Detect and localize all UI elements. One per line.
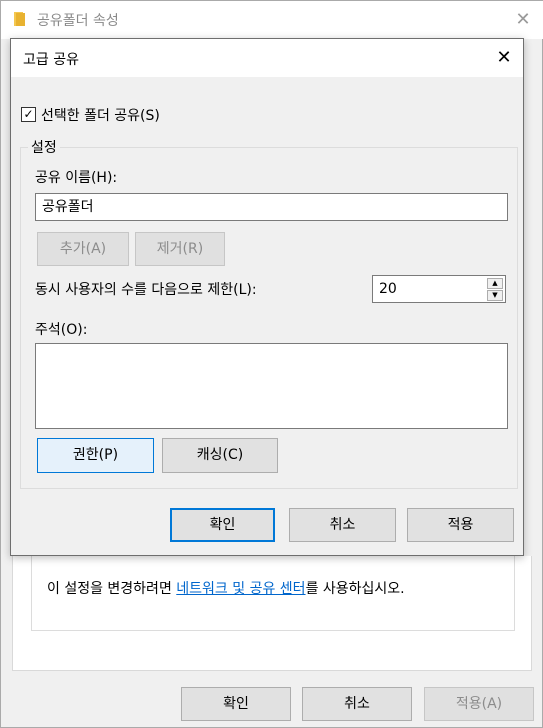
dialog-title: 고급 공유	[23, 52, 79, 68]
add-share-button: 추가(A)	[37, 232, 129, 266]
close-icon[interactable]: ✕	[511, 8, 535, 32]
ok-button[interactable]: 확인	[170, 508, 275, 542]
network-info-text: 이 설정을 변경하려면 네트워크 및 공유 센터를 사용하십시오.	[47, 578, 405, 598]
close-icon[interactable]: ✕	[493, 47, 515, 69]
cancel-button[interactable]: 취소	[289, 508, 396, 542]
permissions-button[interactable]: 권한(P)	[37, 438, 154, 473]
comment-label: 주석(O):	[35, 322, 88, 338]
share-folder-checkbox[interactable]: ✓	[21, 107, 36, 122]
user-limit-label: 동시 사용자의 수를 다음으로 제한(L):	[35, 282, 257, 298]
dialog-title-bar	[11, 39, 523, 77]
info-prefix: 이 설정을 변경하려면	[47, 581, 177, 597]
properties-ok-button[interactable]: 확인	[181, 687, 291, 721]
share-folder-label[interactable]: 선택한 폴더 공유(S)	[41, 105, 160, 125]
caching-button[interactable]: 캐싱(C)	[162, 438, 278, 473]
info-suffix: 를 사용하십시오.	[305, 581, 405, 597]
settings-group-title: 설정	[28, 137, 60, 157]
network-sharing-center-link[interactable]: 네트워크 및 공유 센터	[176, 581, 305, 597]
spin-up-icon[interactable]: ▲	[487, 278, 503, 289]
user-limit-spinbox[interactable]: 20 ▲ ▼	[372, 275, 506, 303]
user-limit-value[interactable]: 20	[379, 280, 397, 298]
advanced-sharing-dialog: 고급 공유 ✕ ✓ 선택한 폴더 공유(S) 설정 공유 이름(H): 공유폴더…	[10, 38, 524, 556]
remove-share-button: 제거(R)	[135, 232, 225, 266]
share-name-input[interactable]: 공유폴더	[35, 193, 508, 221]
share-name-label: 공유 이름(H):	[35, 170, 118, 186]
folder-icon	[14, 12, 25, 26]
properties-apply-button: 적용(A)	[424, 687, 534, 721]
spin-down-icon[interactable]: ▼	[487, 290, 503, 301]
comment-textarea[interactable]	[35, 343, 508, 429]
properties-cancel-button[interactable]: 취소	[302, 687, 412, 721]
apply-button[interactable]: 적용	[407, 508, 514, 542]
properties-window-title: 공유폴더 속성	[37, 13, 119, 29]
